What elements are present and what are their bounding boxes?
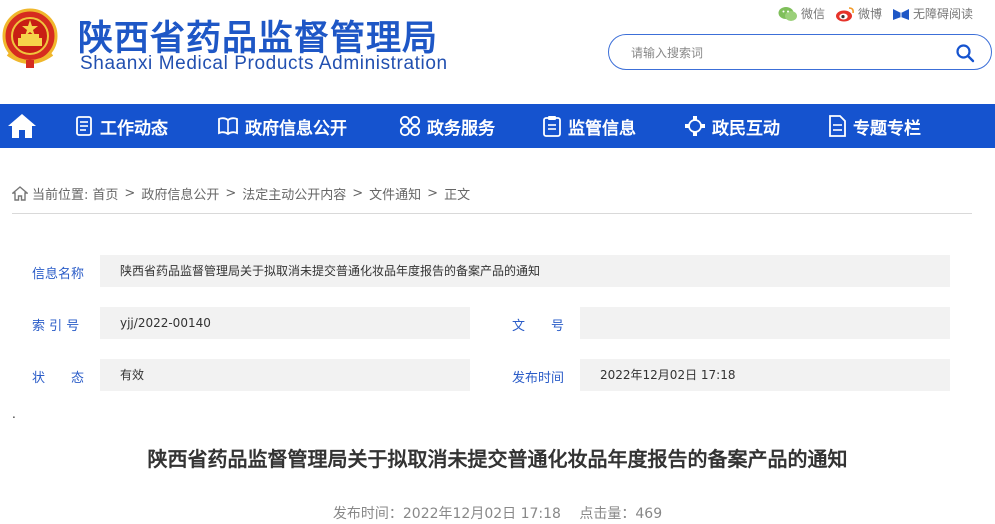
breadcrumb: 当前位置: 首页 > 政府信息公开 > 法定主动公开内容 > 文件通知 > 正文 xyxy=(12,184,470,203)
breadcrumb-prefix: 当前位置: xyxy=(32,188,89,203)
weibo-label: 微博 xyxy=(857,7,882,21)
info-index-label: 索 引 号 xyxy=(32,319,80,334)
grid-icon xyxy=(399,115,421,137)
breadcrumb-current: 正文 xyxy=(444,188,471,203)
interaction-icon xyxy=(685,116,705,136)
weibo-link[interactable]: 微博 xyxy=(835,5,882,22)
nav-item-interaction[interactable]: 政民互动 xyxy=(684,104,780,148)
article-meta: 发布时间：2022年12月02日 17:18 点击量：469 xyxy=(0,503,995,523)
accessibility-link[interactable]: 无障碍阅读 xyxy=(892,5,973,22)
info-pubtime-value: 2022年12月02日 17:18 xyxy=(580,359,950,391)
info-docno-value xyxy=(580,307,950,339)
top-links: 微信 微博 无障碍阅读 xyxy=(772,5,973,22)
nav-item-work-news[interactable]: 工作动态 xyxy=(74,104,168,148)
site-title-en[interactable]: Shaanxi Medical Products Administration xyxy=(80,53,448,75)
breadcrumb-gov-info[interactable]: 政府信息公开 xyxy=(141,184,219,203)
book-icon xyxy=(218,117,238,136)
nav-item-supervision[interactable]: 监管信息 xyxy=(542,104,636,148)
stray-dot: . xyxy=(12,407,16,421)
home-icon xyxy=(12,186,28,201)
info-status-value: 有效 xyxy=(100,359,470,391)
nav-item-gov-info[interactable]: 政府信息公开 xyxy=(217,104,347,148)
breadcrumb-separator: > xyxy=(225,186,237,201)
article-publish-time: 发布时间：2022年12月02日 17:18 xyxy=(332,506,561,522)
nav-item-label: 政府信息公开 xyxy=(245,118,347,139)
breadcrumb-notices[interactable]: 文件通知 xyxy=(369,184,421,203)
article-click-count: 点击量：469 xyxy=(579,506,663,522)
wechat-label: 微信 xyxy=(800,7,825,21)
wechat-link[interactable]: 微信 xyxy=(778,5,825,22)
nav-item-label: 政务服务 xyxy=(427,118,495,139)
info-status-label: 状 态 xyxy=(32,371,85,386)
info-name-value: 陕西省药品监督管理局关于拟取消未提交普通化妆品年度报告的备案产品的通知 xyxy=(100,255,950,287)
site-header: 陕西省药品监督管理局 Shaanxi Medical Products Admi… xyxy=(0,0,995,104)
info-docno-label: 文 号 xyxy=(512,319,565,334)
nav-item-label: 政民互动 xyxy=(712,118,780,139)
home-icon xyxy=(8,114,36,138)
nav-item-label: 监管信息 xyxy=(568,118,636,139)
search-box xyxy=(608,34,992,70)
search-input[interactable] xyxy=(631,43,931,63)
breadcrumb-separator: > xyxy=(124,186,136,201)
nav-item-gov-services[interactable]: 政务服务 xyxy=(399,104,495,148)
accessibility-label: 无障碍阅读 xyxy=(912,7,973,21)
info-name-label: 信息名称 xyxy=(32,267,85,282)
weibo-icon xyxy=(835,6,854,21)
home-button[interactable] xyxy=(0,104,44,148)
clipboard-icon xyxy=(543,116,561,137)
wechat-icon xyxy=(778,6,797,21)
nav-item-label: 专题专栏 xyxy=(853,118,921,139)
breadcrumb-divider xyxy=(12,213,972,214)
nav-item-label: 工作动态 xyxy=(100,118,168,139)
search-icon[interactable] xyxy=(955,43,975,63)
main-nav: 工作动态 政府信息公开 政务服务 监管信息 政民互动 专题专栏 xyxy=(0,104,995,148)
accessibility-icon xyxy=(892,8,909,20)
document-icon xyxy=(829,115,846,137)
breadcrumb-statutory[interactable]: 法定主动公开内容 xyxy=(242,184,346,203)
breadcrumb-separator: > xyxy=(427,186,439,201)
list-icon xyxy=(76,116,92,136)
info-index-value: yjj/2022-00140 xyxy=(100,307,470,339)
national-emblem-icon[interactable] xyxy=(2,8,58,70)
info-pubtime-label: 发布时间 xyxy=(512,371,565,386)
breadcrumb-separator: > xyxy=(352,186,364,201)
article-title: 陕西省药品监督管理局关于拟取消未提交普通化妆品年度报告的备案产品的通知 xyxy=(147,447,848,471)
nav-item-special-topics[interactable]: 专题专栏 xyxy=(827,104,921,148)
breadcrumb-home[interactable]: 首页 xyxy=(92,184,118,203)
